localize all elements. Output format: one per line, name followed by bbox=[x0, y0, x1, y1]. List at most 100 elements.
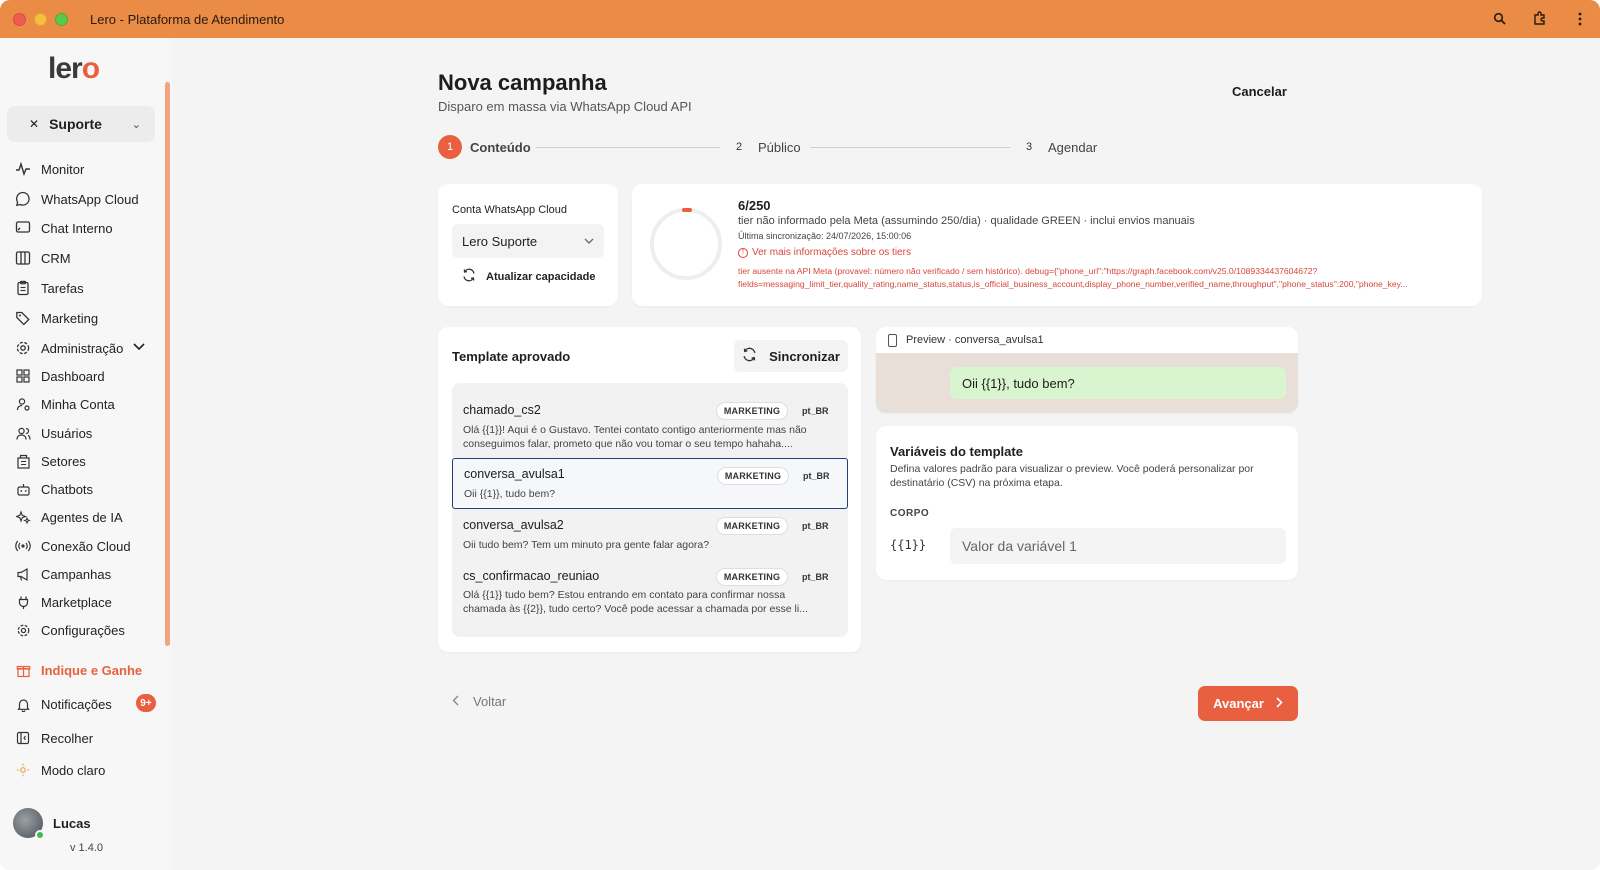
sync-templates-button[interactable]: Sincronizar bbox=[734, 340, 848, 372]
zoom-icon[interactable] bbox=[1480, 0, 1520, 38]
stepper: 1 Conteúdo 2 Público 3 Agendar bbox=[438, 135, 1138, 161]
variables-description: Defina valores padrão para visualizar o … bbox=[890, 463, 1254, 489]
sidebar-item-label: Marketing bbox=[41, 310, 99, 326]
template-language: pt_BR bbox=[802, 572, 829, 582]
app-window: Lero - Plataforma de Atendimento lero ✕ … bbox=[0, 0, 1600, 870]
collapse-label: Recolher bbox=[41, 730, 94, 746]
step-conteudo[interactable]: 1 Conteúdo bbox=[438, 135, 531, 159]
preview-card: Preview · conversa_avulsa1 Oii {{1}}, tu… bbox=[876, 327, 1298, 413]
sidebar-item-label: Administração bbox=[41, 340, 124, 356]
variables-card: Variáveis do template Defina valores pad… bbox=[876, 426, 1298, 580]
sidebar-item-chat-interno[interactable]: Chat Interno bbox=[14, 216, 164, 240]
settings-icon bbox=[14, 621, 32, 639]
extensions-icon[interactable] bbox=[1520, 0, 1560, 38]
sidebar-item-monitor[interactable]: Monitor bbox=[14, 157, 164, 181]
team-icon: ✕ bbox=[29, 117, 40, 131]
template-section-title: Template aprovado bbox=[452, 349, 571, 364]
account-card: Conta WhatsApp Cloud Lero Suporte Atuali… bbox=[438, 184, 618, 306]
step-number: 2 bbox=[735, 141, 743, 153]
template-body-preview: Oii tudo bem? Tem um minuto pra gente fa… bbox=[463, 539, 710, 551]
variables-section-label: CORPO bbox=[890, 508, 930, 519]
gift-icon bbox=[14, 661, 32, 679]
variable-1-input[interactable] bbox=[950, 528, 1286, 564]
template-name: conversa_avulsa1 bbox=[464, 467, 565, 481]
radio-icon bbox=[14, 537, 32, 555]
sidebar-item-marketplace[interactable]: Marketplace bbox=[14, 590, 164, 614]
chevron-down-icon bbox=[584, 236, 594, 247]
plug-icon bbox=[14, 593, 32, 611]
template-name: chamado_cs2 bbox=[463, 403, 541, 417]
tiers-info-link[interactable]: ! Ver mais informações sobre os tiers bbox=[738, 247, 911, 258]
sidebar-item-tarefas[interactable]: Tarefas bbox=[14, 276, 164, 300]
preview-header: Preview · conversa_avulsa1 bbox=[876, 327, 1298, 353]
chevron-right-icon bbox=[1276, 696, 1283, 711]
sidebar-item-whatsapp-cloud[interactable]: WhatsApp Cloud bbox=[14, 187, 164, 211]
refresh-capacity-button[interactable]: Atualizar capacidade bbox=[462, 268, 595, 285]
refresh-icon bbox=[462, 268, 476, 285]
whatsapp-icon bbox=[14, 190, 32, 208]
template-item-conversa-avulsa1[interactable]: conversa_avulsa1 MARKETING pt_BR Oii {{1… bbox=[452, 458, 848, 509]
sidebar-item-marketing[interactable]: Marketing bbox=[14, 306, 164, 330]
step-publico[interactable]: 2 Público bbox=[732, 135, 801, 159]
sidebar-item-indique-ganhe[interactable]: Indique e Ganhe bbox=[14, 658, 164, 682]
sidebar-item-chatbots[interactable]: Chatbots bbox=[14, 477, 164, 501]
template-item-chamado-cs2[interactable]: chamado_cs2 MARKETING pt_BR Olá {{1}}! A… bbox=[452, 393, 848, 459]
template-category-badge: MARKETING bbox=[716, 568, 788, 586]
more-menu-icon[interactable] bbox=[1560, 0, 1600, 38]
sidebar-item-minha-conta[interactable]: Minha Conta bbox=[14, 392, 164, 416]
sidebar-item-setores[interactable]: Setores bbox=[14, 449, 164, 473]
chevron-down-icon: ⌄ bbox=[131, 118, 141, 131]
maximize-window-button[interactable] bbox=[55, 12, 68, 26]
refresh-icon bbox=[742, 347, 757, 366]
app-version: v 1.4.0 bbox=[70, 842, 104, 854]
sidebar-item-configuracoes[interactable]: Configurações bbox=[14, 618, 164, 642]
user-profile[interactable]: Lucas bbox=[13, 808, 91, 840]
template-list[interactable]: chamado_cs2 MARKETING pt_BR Olá {{1}}! A… bbox=[452, 383, 848, 637]
account-selected-value: Lero Suporte bbox=[462, 233, 538, 249]
back-button[interactable]: Voltar bbox=[452, 694, 506, 709]
sidebar-item-modo-claro[interactable]: Modo claro bbox=[14, 758, 164, 782]
close-window-button[interactable] bbox=[13, 12, 26, 26]
sidebar-item-dashboard[interactable]: Dashboard bbox=[14, 364, 164, 388]
capacity-value: 6/250 bbox=[738, 198, 771, 213]
template-body-line: chamada às {{2}}, tudo certo? Você pode … bbox=[463, 603, 808, 615]
variable-key: {{1}} bbox=[890, 538, 927, 552]
sidebar-item-administracao[interactable]: Administração bbox=[14, 336, 164, 360]
online-status-dot bbox=[35, 830, 45, 840]
theme-label: Modo claro bbox=[41, 762, 106, 778]
sidebar-item-usuarios[interactable]: Usuários bbox=[14, 421, 164, 445]
template-name: cs_confirmacao_reuniao bbox=[463, 569, 600, 583]
tiers-info-label: Ver mais informações sobre os tiers bbox=[752, 247, 911, 258]
sidebar-item-campanhas[interactable]: Campanhas bbox=[14, 562, 164, 586]
template-body-preview: Olá {{1}} tudo bem? Estou entrando em co… bbox=[463, 588, 838, 616]
columns-icon bbox=[14, 249, 32, 267]
building-icon bbox=[14, 452, 32, 470]
sidebar-scrollbar[interactable] bbox=[165, 82, 170, 646]
back-label: Voltar bbox=[473, 694, 507, 709]
sidebar-item-label: Setores bbox=[41, 453, 86, 469]
step-agendar[interactable]: 3 Agendar bbox=[1022, 135, 1097, 159]
clipboard-icon bbox=[14, 279, 32, 297]
cancel-button[interactable]: Cancelar bbox=[1232, 84, 1287, 99]
collapse-icon bbox=[14, 729, 32, 747]
sidebar-item-label: Chat Interno bbox=[41, 220, 113, 236]
sidebar-item-recolher[interactable]: Recolher bbox=[14, 726, 164, 750]
template-item-conversa-avulsa2[interactable]: conversa_avulsa2 MARKETING pt_BR Oii tud… bbox=[452, 511, 848, 561]
sidebar-item-crm[interactable]: CRM bbox=[14, 246, 164, 270]
variables-title: Variáveis do template bbox=[890, 444, 1023, 459]
sidebar-item-label: Agentes de IA bbox=[41, 509, 123, 525]
account-select[interactable]: Lero Suporte bbox=[452, 224, 604, 258]
sidebar-item-conexao-cloud[interactable]: Conexão Cloud bbox=[14, 534, 164, 558]
template-category-badge: MARKETING bbox=[716, 517, 788, 535]
team-selector[interactable]: ✕ Suporte ⌄ bbox=[7, 106, 155, 142]
minimize-window-button[interactable] bbox=[34, 12, 47, 26]
next-button[interactable]: Avançar bbox=[1198, 686, 1298, 721]
template-item-cs-confirmacao-reuniao[interactable]: cs_confirmacao_reuniao MARKETING pt_BR O… bbox=[452, 561, 848, 625]
capacity-debug-text: tier ausente na API Meta (provavel: núme… bbox=[738, 265, 1468, 291]
sidebar-item-label: Chatbots bbox=[41, 481, 94, 497]
template-name: conversa_avulsa2 bbox=[463, 518, 564, 532]
sidebar-item-agentes-ia[interactable]: Agentes de IA bbox=[14, 505, 164, 529]
template-body-line: Olá {{1}}! Aqui é o Gustavo. Tentei cont… bbox=[463, 424, 807, 436]
title-bar: Lero - Plataforma de Atendimento bbox=[0, 0, 1600, 38]
team-name: Suporte bbox=[49, 116, 102, 132]
